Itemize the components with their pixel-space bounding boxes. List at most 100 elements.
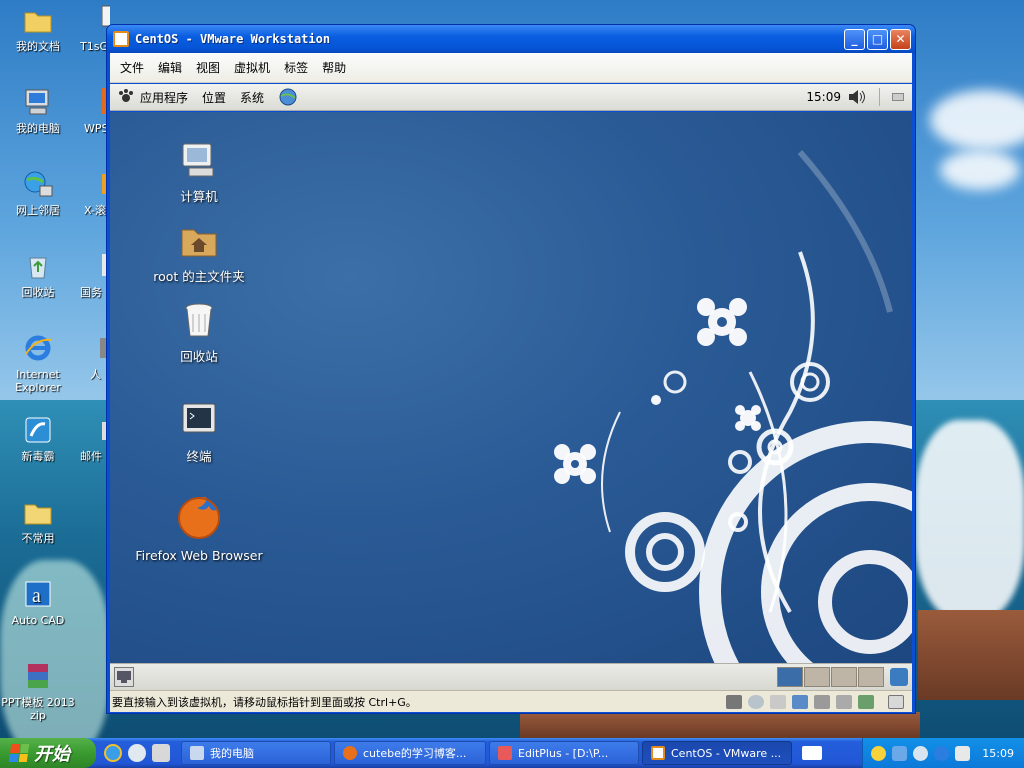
guest-desktop[interactable]: 计算机 root 的主文件夹 回收站 终端 Firefox Web Browse… <box>110 112 912 663</box>
desktop-icon-network[interactable]: 网上邻居 <box>0 168 76 217</box>
panel-clock[interactable]: 15:09 <box>806 90 841 104</box>
desktop-icon-my-computer[interactable]: 我的电脑 <box>0 86 76 135</box>
show-desktop-button[interactable] <box>114 667 134 687</box>
gnome-bottom-panel <box>110 663 912 690</box>
wave-foam <box>915 420 1024 620</box>
windows-flag-icon <box>8 744 30 762</box>
folder-icon <box>22 4 54 36</box>
guest-icon-computer[interactable]: 计算机 <box>124 140 274 205</box>
workspace-1[interactable] <box>777 667 803 687</box>
desktop-icon-label: WPS <box>84 122 109 135</box>
pier <box>520 712 920 738</box>
hard-disk-icon[interactable] <box>726 694 742 709</box>
antivirus-tray-icon[interactable] <box>934 745 950 761</box>
taskbar-task-editplus[interactable]: EditPlus - [D:\P... <box>489 741 639 765</box>
vmware-icon <box>651 746 665 760</box>
vmware-window[interactable]: CentOS - VMware Workstation _ □ ✕ 文件 编辑 … <box>106 24 916 714</box>
pier <box>918 610 1024 700</box>
maximize-button[interactable]: □ <box>867 28 888 50</box>
menu-bar: 文件 编辑 视图 虚拟机 标签 帮助 <box>110 53 912 83</box>
menu-file[interactable]: 文件 <box>120 59 144 76</box>
menu-edit[interactable]: 编辑 <box>158 59 182 76</box>
taskbar-task-my-computer[interactable]: 我的电脑 <box>181 741 331 765</box>
task-label: 我的电脑 <box>210 747 254 760</box>
guest-icon-label: root 的主文件夹 <box>153 269 245 284</box>
desktop-icon-label: 人 <box>90 368 101 381</box>
cdrom-icon[interactable] <box>748 694 764 709</box>
desktop-icon-ppt-zip[interactable]: PPT模板 2013 zip <box>0 660 76 722</box>
task-label: EditPlus - [D:\P... <box>518 746 609 760</box>
menu-places[interactable]: 位置 <box>202 89 226 106</box>
menu-label: 位置 <box>202 90 227 105</box>
ie-quicklaunch-icon[interactable] <box>104 744 122 762</box>
guest-icon-label: Firefox Web Browser <box>135 548 263 563</box>
desktop-icon <box>117 671 131 683</box>
status-message: 要直接输入到该虚拟机，请移动鼠标指针到里面或按 Ctrl+G。 <box>112 695 417 709</box>
cube-quicklaunch-icon[interactable] <box>152 744 170 762</box>
guest-icon-terminal[interactable]: 终端 <box>124 400 274 465</box>
menu-applications[interactable]: 应用程序 <box>118 89 188 106</box>
volume-icon[interactable] <box>847 88 867 106</box>
guest-icon-firefox[interactable]: Firefox Web Browser <box>124 494 274 563</box>
app-quicklaunch-icon[interactable] <box>128 744 146 762</box>
window-titlebar[interactable]: CentOS - VMware Workstation _ □ ✕ <box>107 25 915 53</box>
network-globe-icon[interactable] <box>278 87 298 107</box>
network-icon[interactable] <box>892 745 908 761</box>
desktop-icon-folder-bucharyong[interactable]: 不常用 <box>0 496 76 545</box>
minimize-button[interactable]: _ <box>844 28 865 50</box>
desktop-icon-label: 邮件 <box>80 450 102 463</box>
printer-icon[interactable] <box>836 694 852 709</box>
autocad-icon: a <box>22 578 54 610</box>
guest-icon-trash[interactable]: 回收站 <box>124 300 274 365</box>
start-button[interactable]: 开始 <box>0 738 96 768</box>
terminal-icon <box>179 400 219 440</box>
usb-icon[interactable] <box>814 694 830 709</box>
taskbar-task-vmware[interactable]: CentOS - VMware ... <box>642 741 792 765</box>
shield-icon[interactable] <box>955 745 971 761</box>
desktop-icon-autocad[interactable]: a Auto CAD <box>0 578 76 627</box>
menu-vm[interactable]: 虚拟机 <box>234 59 270 76</box>
desktop-icon-label: 我的文档 <box>16 40 60 53</box>
desktop-icon-recycle-bin[interactable]: 回收站 <box>0 250 76 299</box>
taskbar-clock[interactable]: 15:09 <box>982 747 1014 760</box>
desktop-icon-label: PPT模板 2013 zip <box>1 696 75 722</box>
menu-help[interactable]: 帮助 <box>322 59 346 76</box>
menu-tabs[interactable]: 标签 <box>284 59 308 76</box>
message-log-icon[interactable] <box>888 694 904 709</box>
menu-system[interactable]: 系统 <box>240 89 264 106</box>
desktop-icon-duba[interactable]: 新毒霸 <box>0 414 76 463</box>
vmware-app-icon <box>113 31 129 47</box>
keyboard-icon[interactable] <box>802 746 822 760</box>
task-label: cutebe的学习博客... <box>363 747 467 760</box>
sound-icon[interactable] <box>858 694 874 709</box>
trash-applet-icon[interactable] <box>890 668 908 686</box>
workspace-3[interactable] <box>831 667 857 687</box>
guest-screen[interactable]: 应用程序 位置 系统 15:09 计算机 root 的主文件夹 回收站 终端 F… <box>110 84 912 690</box>
cloud <box>940 150 1020 190</box>
menu-view[interactable]: 视图 <box>196 59 220 76</box>
vmware-status-bar: 要直接输入到该虚拟机，请移动鼠标指针到里面或按 Ctrl+G。 <box>110 690 912 712</box>
guest-icon-label: 回收站 <box>180 349 218 364</box>
guest-icon-home-folder[interactable]: root 的主文件夹 <box>124 220 274 285</box>
taskbar-task-firefox-blog[interactable]: cutebe的学习博客... <box>334 741 486 765</box>
cloud <box>930 90 1024 150</box>
desktop-icon-label: 不常用 <box>21 532 55 545</box>
workspace-4[interactable] <box>858 667 884 687</box>
desktop-icon-my-documents[interactable]: 我的文档 <box>0 4 76 53</box>
computer-icon <box>179 140 219 180</box>
desktop-icon-label: X-滚 <box>84 204 106 217</box>
workspace-2[interactable] <box>804 667 830 687</box>
system-tray: 15:09 <box>862 738 1024 768</box>
volume-tray-icon[interactable] <box>913 745 929 761</box>
guest-icon-label: 终端 <box>186 449 212 464</box>
qq-icon[interactable] <box>871 745 887 761</box>
close-button[interactable]: ✕ <box>890 28 911 50</box>
internet-explorer-icon <box>22 332 54 364</box>
show-desktop-icon[interactable] <box>892 93 904 101</box>
desktop-icon-internet-explorer[interactable]: Internet Explorer <box>0 332 76 394</box>
floppy-icon[interactable] <box>770 694 786 709</box>
gnome-foot-icon <box>119 89 133 102</box>
svg-text:a: a <box>32 585 41 607</box>
desktop-icon-label: 回收站 <box>21 286 55 299</box>
network-adapter-icon[interactable] <box>792 694 808 709</box>
